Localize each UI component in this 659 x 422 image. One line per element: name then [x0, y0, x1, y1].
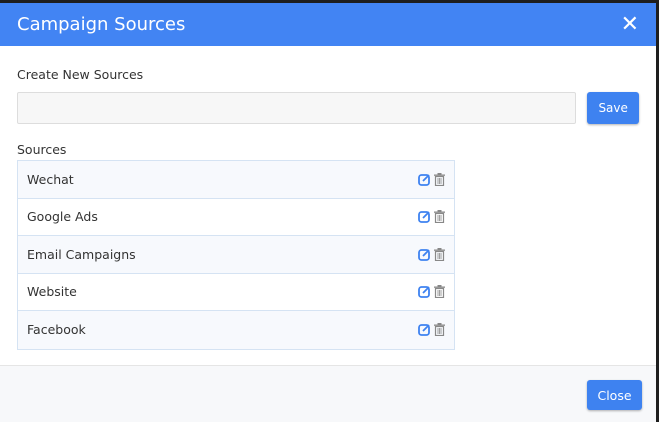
list-item: Website [18, 273, 454, 311]
save-button[interactable]: Save [587, 92, 639, 124]
new-source-input[interactable] [17, 92, 577, 124]
dialog-header: Campaign Sources ✕ [0, 3, 656, 46]
source-name: Email Campaigns [27, 246, 136, 262]
trash-icon[interactable] [434, 210, 445, 224]
list-item: Google Ads [18, 198, 454, 236]
edit-icon[interactable] [418, 323, 431, 337]
edit-icon[interactable] [418, 248, 431, 261]
trash-icon[interactable] [434, 323, 445, 337]
list-item: Wechat [18, 161, 454, 199]
trash-icon[interactable] [434, 285, 445, 299]
trash-icon[interactable] [434, 247, 445, 261]
sources-list: Wechat Google Ads Email Campaigns Websit… [17, 160, 455, 350]
dialog-title: Campaign Sources [17, 14, 186, 35]
dialog-footer: Close [0, 365, 656, 422]
edit-icon[interactable] [418, 285, 431, 299]
create-label: Create New Sources [17, 67, 144, 82]
source-name: Google Ads [27, 209, 98, 225]
list-item: Email Campaigns [18, 236, 454, 274]
source-name: Facebook [27, 322, 86, 338]
edit-icon[interactable] [418, 173, 431, 186]
close-button[interactable]: Close [587, 380, 642, 410]
source-name: Wechat [27, 171, 74, 187]
sources-label: Sources [17, 142, 67, 157]
close-icon[interactable]: ✕ [621, 13, 639, 36]
list-item: Facebook [18, 311, 454, 349]
trash-icon[interactable] [434, 172, 445, 186]
source-name: Website [27, 284, 77, 300]
campaign-sources-dialog: Campaign Sources ✕ Create New Sources Sa… [0, 3, 656, 422]
edit-icon[interactable] [418, 210, 431, 224]
